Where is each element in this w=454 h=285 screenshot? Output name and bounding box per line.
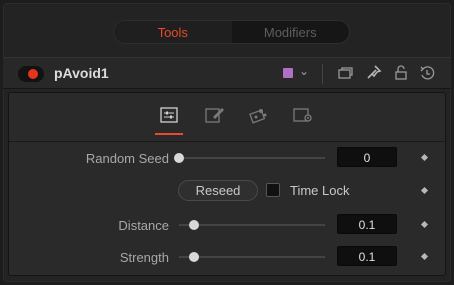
strength-input[interactable]: 0.1 bbox=[337, 246, 397, 266]
tab-modifiers[interactable]: Modifiers bbox=[232, 21, 350, 43]
random-seed-slider-track[interactable] bbox=[179, 157, 325, 159]
controls-tab[interactable] bbox=[157, 103, 181, 127]
distance-input[interactable]: 0.1 bbox=[337, 214, 397, 234]
pin-icon[interactable] bbox=[366, 64, 384, 82]
distance-slider-track[interactable] bbox=[179, 224, 325, 226]
lock-icon[interactable] bbox=[392, 64, 410, 82]
inspector-icon-tabs bbox=[9, 93, 445, 142]
random-seed-input[interactable]: 0 bbox=[337, 147, 397, 167]
random-seed-label: Random Seed bbox=[85, 151, 169, 166]
settings-icon bbox=[293, 108, 312, 122]
controls-panel: Random Seed 0 Reseed Time Lock Distance … bbox=[8, 92, 446, 276]
tool-color-swatch[interactable] bbox=[283, 68, 293, 78]
network-tab[interactable] bbox=[247, 103, 271, 127]
view-icon[interactable] bbox=[336, 64, 354, 82]
divider bbox=[322, 64, 323, 84]
controls-icon bbox=[160, 107, 178, 123]
inspector-tabbar: Tools Modifiers bbox=[113, 20, 350, 44]
distance-label: Distance bbox=[118, 218, 169, 233]
keyframe-icon[interactable] bbox=[420, 252, 429, 261]
keyframe-icon[interactable] bbox=[420, 220, 429, 229]
time-lock-label: Time Lock bbox=[290, 183, 350, 198]
param-distance: Distance 0.1 bbox=[9, 214, 445, 236]
network-icon bbox=[249, 109, 267, 124]
strength-slider-track[interactable] bbox=[179, 256, 325, 258]
tab-tools[interactable]: Tools bbox=[114, 21, 232, 43]
strength-slider-knob[interactable] bbox=[188, 252, 199, 262]
edit-tab[interactable] bbox=[203, 103, 227, 127]
param-strength: Strength 0.1 bbox=[9, 246, 445, 268]
tool-name[interactable]: pAvoid1 bbox=[54, 65, 109, 81]
random-seed-slider-knob[interactable] bbox=[174, 153, 184, 163]
edit-icon bbox=[205, 108, 224, 123]
tool-header: pAvoid1 ⌄ bbox=[3, 57, 451, 89]
param-reseed-row: Reseed Time Lock bbox=[9, 180, 445, 202]
keyframe-icon[interactable] bbox=[420, 153, 429, 162]
enabled-indicator-icon[interactable] bbox=[28, 69, 38, 79]
time-lock-checkbox[interactable] bbox=[266, 183, 280, 197]
param-random-seed: Random Seed 0 bbox=[9, 147, 445, 169]
reset-icon[interactable] bbox=[418, 64, 436, 82]
keyframe-icon[interactable] bbox=[420, 186, 429, 195]
settings-tab[interactable] bbox=[291, 103, 315, 127]
chevron-down-icon[interactable]: ⌄ bbox=[299, 64, 309, 78]
distance-slider-knob[interactable] bbox=[188, 220, 199, 230]
strength-label: Strength bbox=[119, 250, 169, 265]
reseed-button[interactable]: Reseed bbox=[178, 180, 258, 201]
active-tab-indicator bbox=[155, 133, 183, 135]
